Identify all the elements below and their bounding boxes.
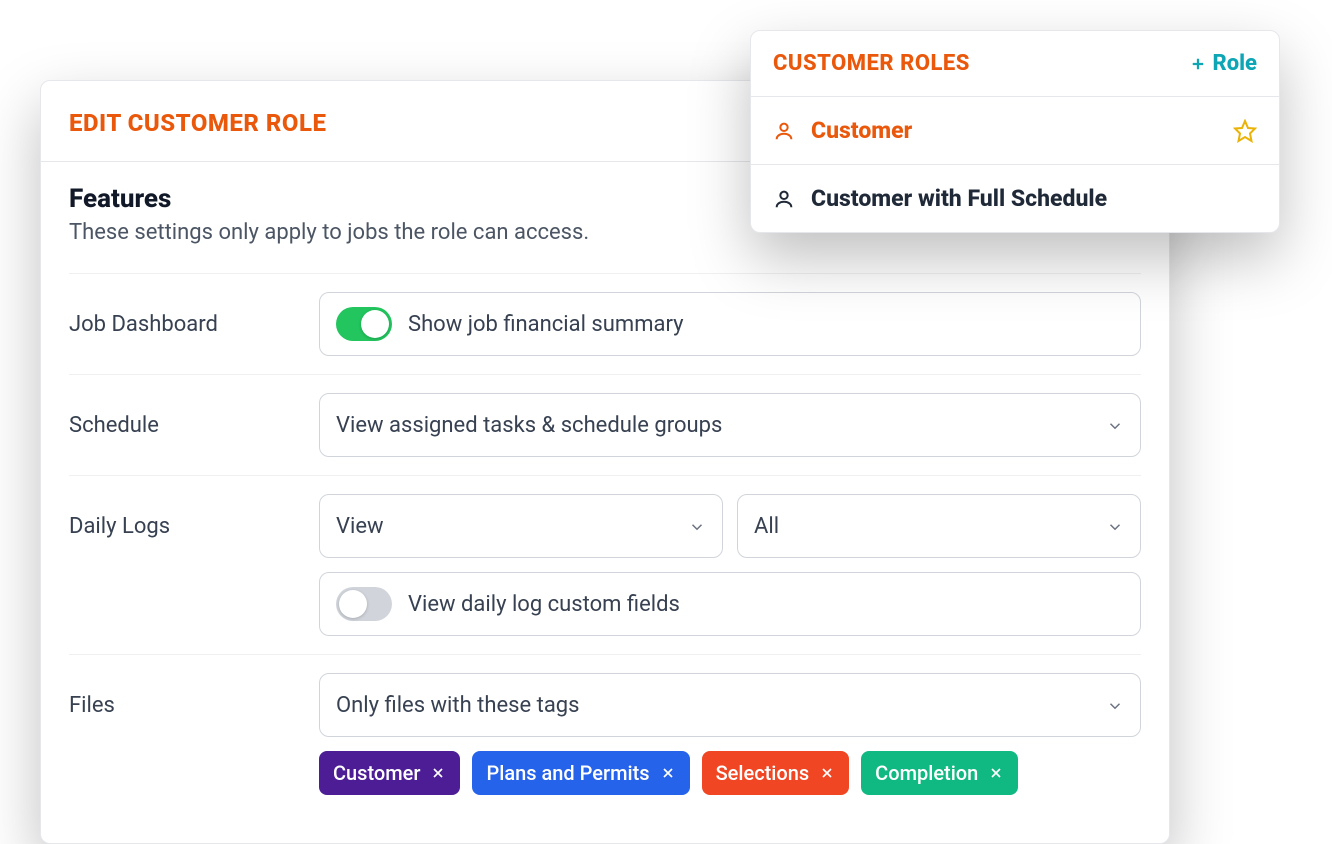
file-tag: Completion: [861, 751, 1018, 795]
role-item[interactable]: Customer: [751, 97, 1279, 165]
file-tag: Selections: [702, 751, 850, 795]
file-tag-label: Customer: [333, 761, 420, 785]
content-schedule: View assigned tasks & schedule groups: [319, 393, 1141, 457]
label-schedule: Schedule: [69, 393, 299, 438]
job-dashboard-toggle-box: Show job financial summary: [319, 292, 1141, 356]
toggle-label-financial-summary: Show job financial summary: [408, 312, 684, 337]
files-select[interactable]: Only files with these tags: [319, 673, 1141, 737]
remove-tag-icon[interactable]: [660, 765, 676, 781]
file-tag-label: Completion: [875, 761, 978, 785]
schedule-select[interactable]: View assigned tasks & schedule groups: [319, 393, 1141, 457]
daily-logs-view-select[interactable]: View: [319, 494, 723, 558]
toggle-label-custom-fields: View daily log custom fields: [408, 592, 680, 617]
chevron-down-icon: [1106, 696, 1124, 714]
roles-list: Customer Customer with Full Schedule: [751, 97, 1279, 232]
plus-icon: [1189, 55, 1207, 73]
add-role-label: Role: [1213, 51, 1258, 76]
add-role-button[interactable]: Role: [1189, 51, 1258, 76]
schedule-select-value: View assigned tasks & schedule groups: [336, 413, 722, 438]
file-tag: Customer: [319, 751, 460, 795]
toggle-show-financial-summary[interactable]: [336, 307, 392, 341]
label-files: Files: [69, 673, 299, 718]
user-icon: [773, 120, 795, 142]
content-job-dashboard: Show job financial summary: [319, 292, 1141, 356]
daily-logs-view-value: View: [336, 514, 384, 539]
chevron-down-icon: [1106, 517, 1124, 535]
files-select-value: Only files with these tags: [336, 693, 580, 718]
row-daily-logs: Daily Logs View All: [69, 475, 1141, 654]
user-icon: [773, 188, 795, 210]
daily-logs-custom-fields-box: View daily log custom fields: [319, 572, 1141, 636]
remove-tag-icon[interactable]: [988, 765, 1004, 781]
row-files: Files Only files with these tags Custome…: [69, 654, 1141, 813]
chevron-down-icon: [1106, 416, 1124, 434]
daily-logs-scope-select[interactable]: All: [737, 494, 1141, 558]
row-schedule: Schedule View assigned tasks & schedule …: [69, 374, 1141, 475]
content-daily-logs: View All V: [319, 494, 1141, 636]
panel-body: Features These settings only apply to jo…: [41, 162, 1169, 843]
popover-header: CUSTOMER ROLES Role: [751, 31, 1279, 97]
role-item-label: Customer with Full Schedule: [811, 185, 1107, 212]
role-item-label: Customer: [811, 117, 912, 144]
row-job-dashboard: Job Dashboard Show job financial summary: [69, 273, 1141, 374]
label-daily-logs: Daily Logs: [69, 494, 299, 539]
daily-logs-selects: View All: [319, 494, 1141, 558]
remove-tag-icon[interactable]: [819, 765, 835, 781]
popover-title: CUSTOMER ROLES: [773, 51, 970, 76]
file-tag-label: Plans and Permits: [486, 761, 649, 785]
toggle-daily-log-custom-fields[interactable]: [336, 587, 392, 621]
daily-logs-scope-value: All: [754, 514, 779, 539]
chevron-down-icon: [688, 517, 706, 535]
label-job-dashboard: Job Dashboard: [69, 292, 299, 337]
file-tag: Plans and Permits: [472, 751, 689, 795]
remove-tag-icon[interactable]: [430, 765, 446, 781]
customer-roles-popover: CUSTOMER ROLES Role Customer Customer wit…: [750, 30, 1280, 233]
star-icon[interactable]: [1233, 119, 1257, 143]
files-tags: Customer Plans and Permits Selections Compl…: [319, 751, 1141, 795]
role-item[interactable]: Customer with Full Schedule: [751, 165, 1279, 232]
content-files: Only files with these tags Customer Plans…: [319, 673, 1141, 795]
file-tag-label: Selections: [716, 761, 810, 785]
